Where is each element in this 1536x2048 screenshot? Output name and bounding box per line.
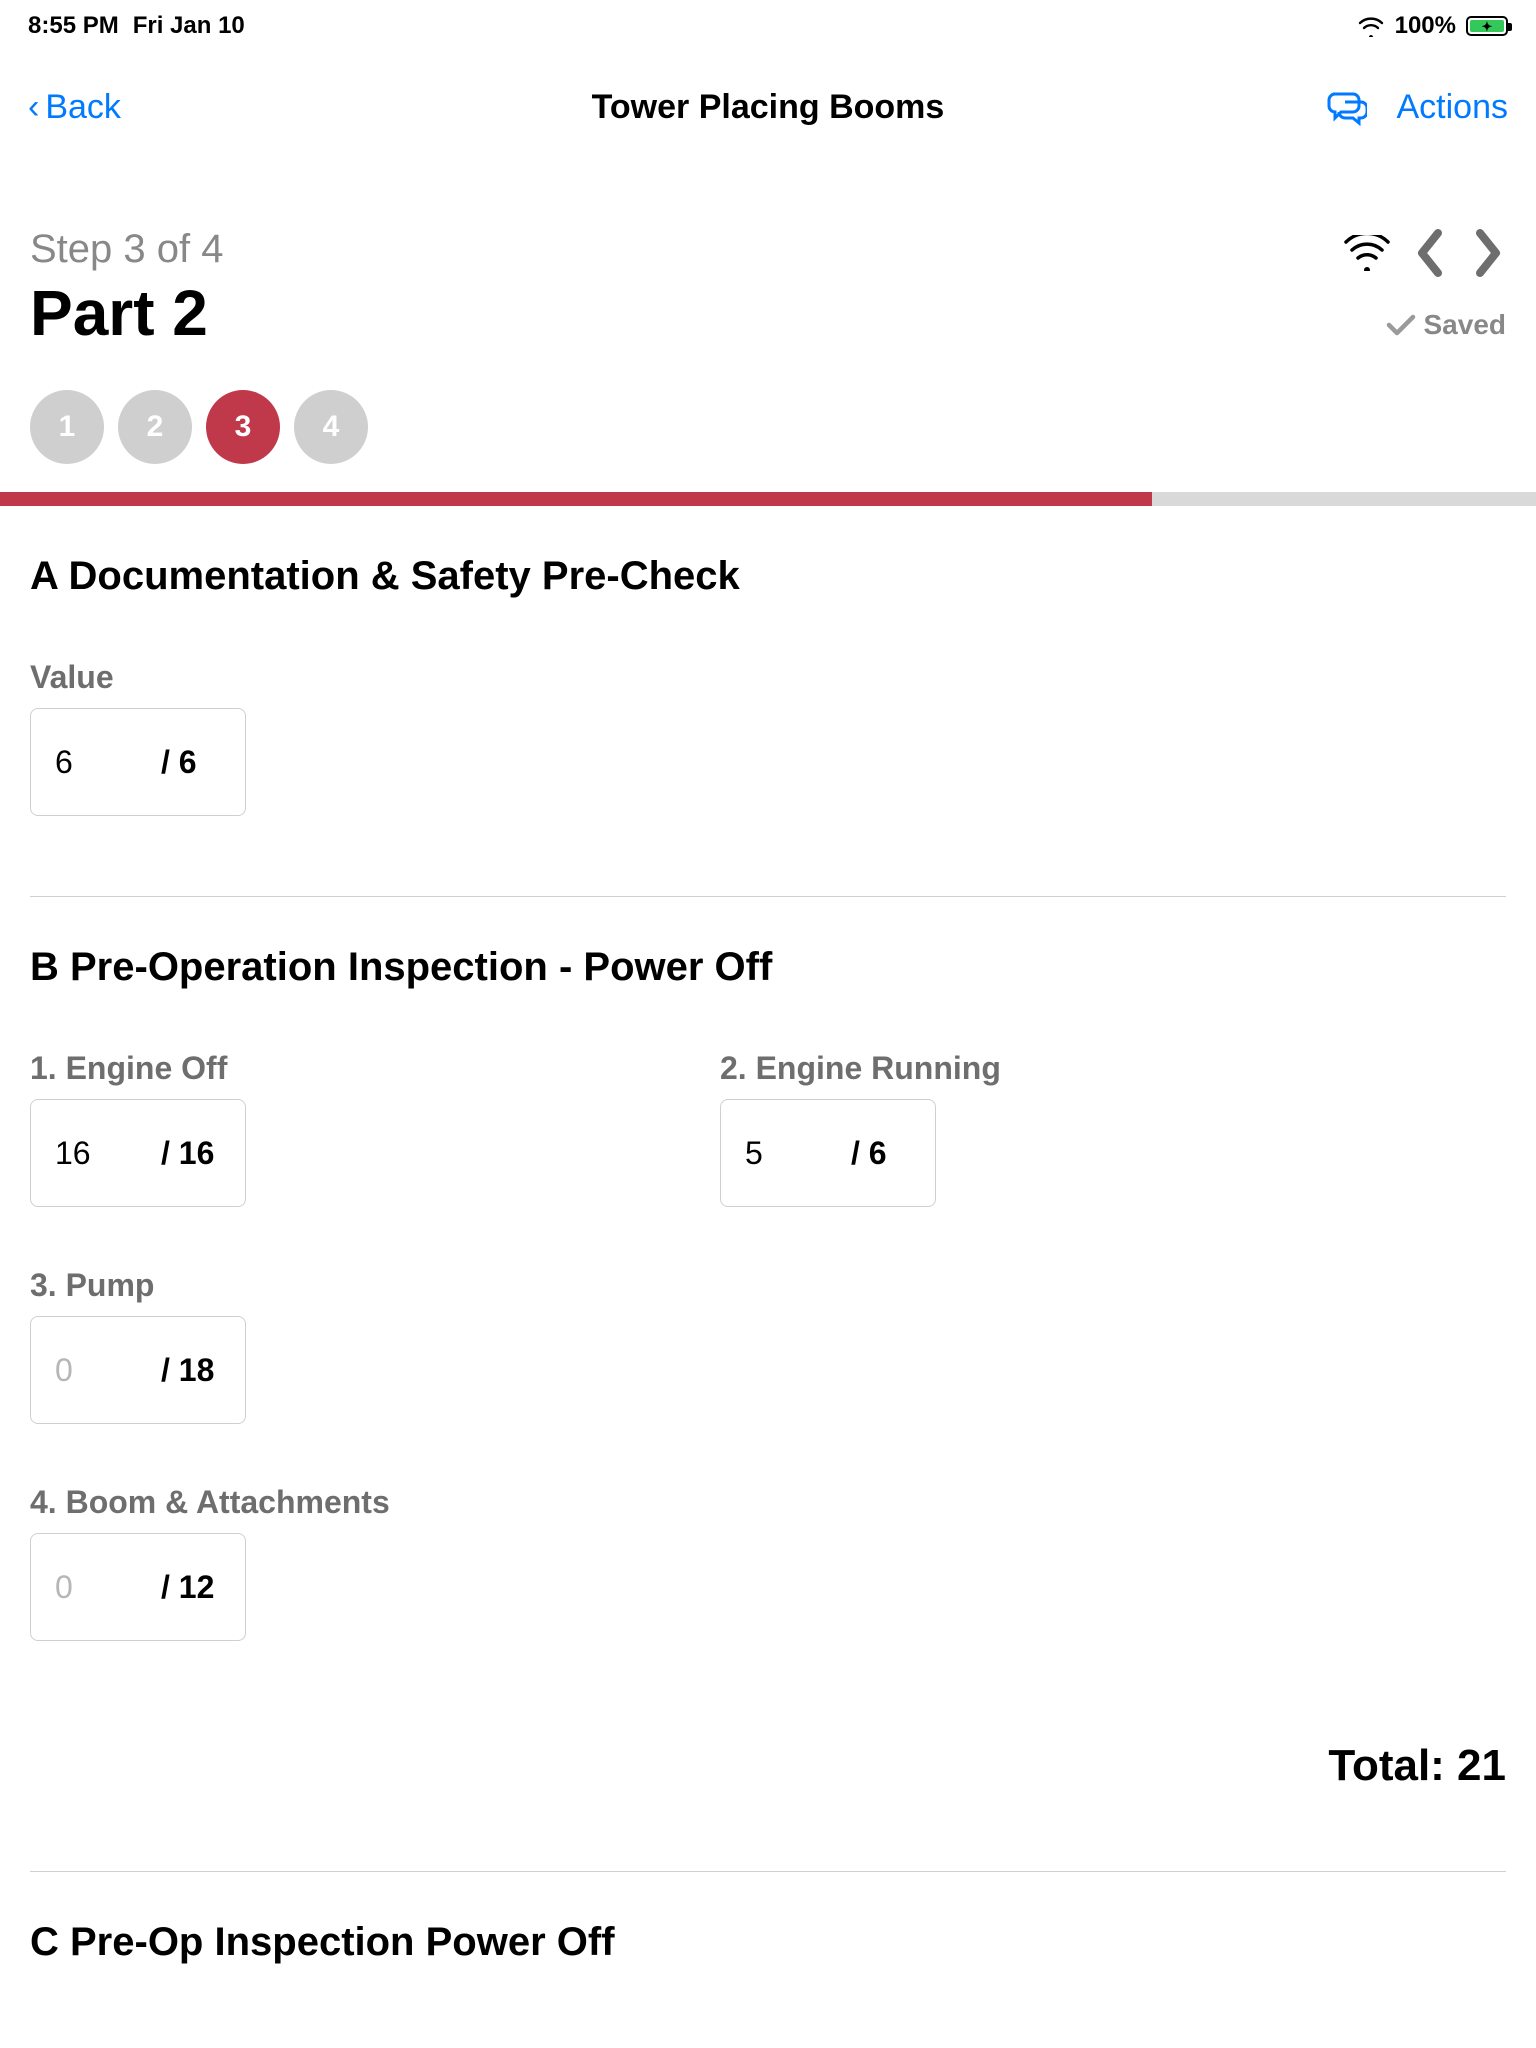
b-item-1-max: / 16	[161, 1135, 214, 1172]
wifi-icon	[1357, 15, 1385, 37]
status-date: Fri Jan 10	[133, 12, 245, 40]
step-dot-3[interactable]: 3	[206, 390, 280, 464]
section-a-title: A Documentation & Safety Pre-Check	[30, 554, 1506, 599]
actions-button[interactable]: Actions	[1397, 88, 1509, 127]
prev-step-button[interactable]	[1412, 227, 1448, 279]
progress-fill	[0, 492, 1152, 506]
section-a-value-max: / 6	[161, 744, 197, 781]
page-title: Tower Placing Booms	[592, 88, 945, 127]
b-item-1-input[interactable]	[31, 1100, 131, 1206]
back-label: Back	[45, 88, 121, 127]
b-item-3-input[interactable]	[31, 1317, 131, 1423]
b-item-2-input[interactable]	[721, 1100, 821, 1206]
total-label: Total:	[1328, 1741, 1457, 1790]
back-button[interactable]: ‹ Back	[28, 88, 121, 127]
step-header: Step 3 of 4 Part 2 Saved	[0, 147, 1536, 360]
status-time: 8:55 PM	[28, 12, 119, 40]
b-item-4-max: / 12	[161, 1569, 214, 1606]
saved-status: Saved	[1386, 309, 1507, 341]
status-bar: 8:55 PM Fri Jan 10 100% ✦	[0, 0, 1536, 48]
b-item-2-box[interactable]: / 6	[720, 1099, 936, 1207]
wifi-large-icon	[1344, 235, 1390, 271]
total-value: 21	[1457, 1741, 1506, 1790]
section-b-total: Total: 21	[30, 1741, 1506, 1791]
check-icon	[1386, 313, 1416, 337]
section-a-value-label: Value	[30, 659, 1506, 696]
section-c-title: C Pre-Op Inspection Power Off	[30, 1920, 1506, 1965]
divider	[30, 896, 1506, 897]
b-item-3-box[interactable]: / 18	[30, 1316, 246, 1424]
nav-bar: ‹ Back Tower Placing Booms Actions	[0, 48, 1536, 147]
chat-icon[interactable]	[1327, 90, 1367, 126]
b-item-4-label: 4. Boom & Attachments	[30, 1484, 450, 1521]
step-dot-4[interactable]: 4	[294, 390, 368, 464]
b-item-3-max: / 18	[161, 1352, 214, 1389]
saved-label: Saved	[1424, 309, 1507, 341]
step-dot-2[interactable]: 2	[118, 390, 192, 464]
battery-percent: 100%	[1395, 12, 1456, 40]
b-item-1-label: 1. Engine Off	[30, 1050, 450, 1087]
step-label: Step 3 of 4	[30, 227, 223, 272]
part-title: Part 2	[30, 276, 223, 350]
b-item-3-label: 3. Pump	[30, 1267, 450, 1304]
battery-icon: ✦	[1466, 16, 1508, 36]
step-dots: 1 2 3 4	[0, 360, 1536, 492]
next-step-button[interactable]	[1470, 227, 1506, 279]
section-b-title: B Pre-Operation Inspection - Power Off	[30, 945, 1506, 990]
chevron-left-icon: ‹	[28, 88, 39, 127]
b-item-2-max: / 6	[851, 1135, 887, 1172]
divider	[30, 1871, 1506, 1872]
section-a-value-input[interactable]	[31, 709, 131, 815]
b-item-4-box[interactable]: / 12	[30, 1533, 246, 1641]
progress-bar	[0, 492, 1536, 506]
b-item-4-input[interactable]	[31, 1534, 131, 1640]
section-a-value-box[interactable]: / 6	[30, 708, 246, 816]
step-dot-1[interactable]: 1	[30, 390, 104, 464]
b-item-1-box[interactable]: / 16	[30, 1099, 246, 1207]
b-item-2-label: 2. Engine Running	[720, 1050, 1140, 1087]
